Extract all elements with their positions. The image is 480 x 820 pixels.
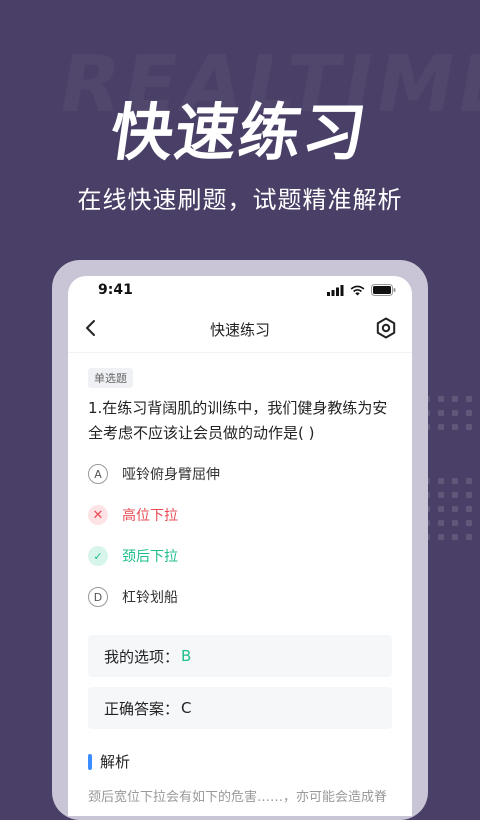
settings-button[interactable] <box>374 316 398 340</box>
status-time: 9:41 <box>98 282 133 298</box>
hero-subtitle: 在线快速刷题，试题精准解析 <box>77 186 403 214</box>
question-content: 单选题 1.在练习背阔肌的训练中，我们健身教练为安全考虑不应该让会员做的动作是(… <box>68 353 412 805</box>
battery-icon <box>371 284 396 296</box>
check-icon: ✓ <box>88 546 108 566</box>
gear-icon <box>376 317 396 339</box>
option-a[interactable]: A 哑铃俯身臂屈伸 <box>88 454 392 494</box>
my-answer-label: 我的选项： <box>104 647 180 666</box>
option-a-label: 哑铃俯身臂屈伸 <box>122 467 220 483</box>
my-answer-value: B <box>181 647 192 665</box>
signal-icon <box>327 284 344 296</box>
phone-screen: 9:41 快速练习 单选题 1.在练习背阔肌的训练中，我们健身教练为安全考虑不应… <box>68 276 412 816</box>
decorative-dots-right-bottom <box>424 478 480 540</box>
correct-answer-box: 正确答案： C <box>88 687 392 729</box>
correct-answer-value: C <box>181 699 192 717</box>
option-d-badge: D <box>88 587 108 607</box>
option-b-label: 高位下拉 <box>122 508 178 524</box>
option-c-label: 颈后下拉 <box>122 549 178 565</box>
option-d-label: 杠铃划船 <box>122 590 178 606</box>
status-bar: 9:41 <box>68 276 412 306</box>
option-d[interactable]: D 杠铃划船 <box>88 577 392 617</box>
wrong-icon: ✕ <box>88 505 108 525</box>
hero-title: 快速练习 <box>106 96 373 169</box>
wifi-icon <box>350 285 365 295</box>
analysis-heading: 解析 <box>88 751 392 772</box>
option-b[interactable]: ✕ 高位下拉 <box>88 495 392 535</box>
option-c[interactable]: ✓ 颈后下拉 <box>88 536 392 576</box>
status-icons <box>327 284 396 296</box>
option-a-badge: A <box>88 464 108 484</box>
question-type-tag: 单选题 <box>88 368 133 388</box>
nav-bar: 快速练习 <box>68 306 412 353</box>
analysis-title: 解析 <box>100 753 131 771</box>
correct-answer-label: 正确答案： <box>104 699 180 718</box>
analysis-text: 颈后宽位下拉会有如下的危害……，亦可能会造成脊 <box>88 790 388 805</box>
question-text: 1.在练习背阔肌的训练中，我们健身教练为安全考虑不应该让会员做的动作是( ) <box>88 399 388 442</box>
page-title: 快速练习 <box>209 321 270 339</box>
my-answer-box: 我的选项： B <box>88 635 392 677</box>
analysis-accent-bar <box>88 753 92 770</box>
